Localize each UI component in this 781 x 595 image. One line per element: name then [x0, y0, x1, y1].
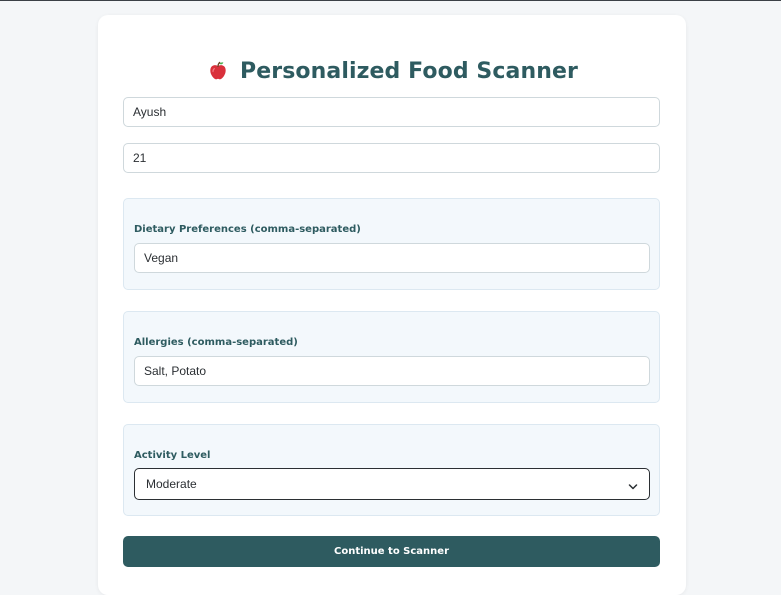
page-title: Personalized Food Scanner: [240, 58, 578, 84]
dietary-preferences-section: Dietary Preferences (comma-separated): [123, 198, 660, 290]
dietary-preferences-input[interactable]: [134, 243, 650, 273]
allergies-section: Allergies (comma-separated): [123, 311, 660, 403]
window-top-border: [0, 0, 781, 1]
allergies-label: Allergies (comma-separated): [134, 337, 298, 348]
apple-icon: [206, 59, 230, 83]
form-card: Personalized Food Scanner Dietary Prefer…: [98, 15, 686, 595]
page-header: Personalized Food Scanner: [98, 55, 686, 87]
chevron-down-icon: [628, 480, 638, 490]
age-input[interactable]: [123, 143, 660, 173]
activity-level-section: Activity Level Moderate: [123, 424, 660, 516]
allergies-input[interactable]: [134, 356, 650, 386]
name-input[interactable]: [123, 97, 660, 127]
activity-level-label: Activity Level: [134, 450, 211, 461]
activity-level-select[interactable]: Moderate: [134, 468, 650, 500]
continue-to-scanner-button[interactable]: Continue to Scanner: [123, 536, 660, 567]
dietary-preferences-label: Dietary Preferences (comma-separated): [134, 224, 361, 235]
activity-level-selected-value: Moderate: [146, 477, 197, 491]
